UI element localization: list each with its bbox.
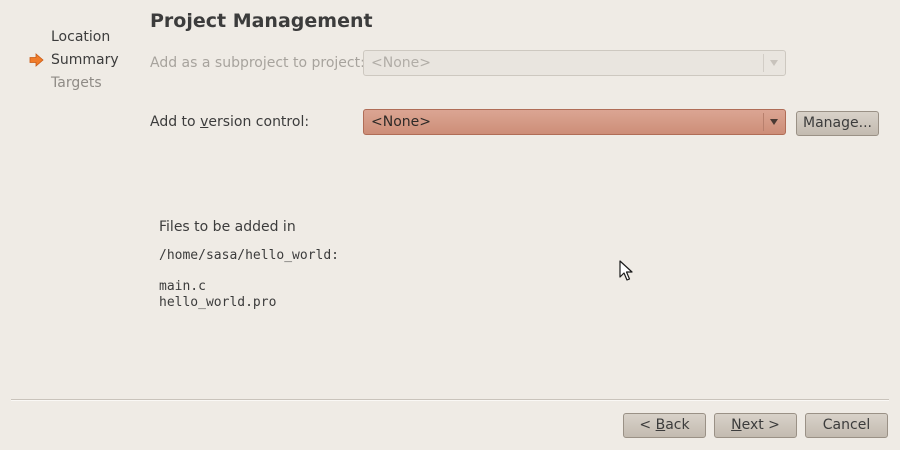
version-control-combo[interactable]: <None> bbox=[363, 109, 786, 135]
subproject-value: <None> bbox=[371, 55, 431, 71]
back-button[interactable]: < Back bbox=[623, 413, 706, 438]
label-text: ersion control: bbox=[208, 114, 310, 130]
version-control-label: Add to version control: bbox=[150, 114, 309, 130]
file-item: main.c bbox=[159, 279, 206, 294]
step-targets: Targets bbox=[0, 74, 130, 97]
files-summary: Files to be added in /home/sasa/hello_wo… bbox=[159, 219, 339, 311]
button-text: ext > bbox=[741, 417, 780, 433]
button-mnemonic: N bbox=[731, 417, 742, 433]
label-text: Add to bbox=[150, 114, 201, 130]
button-mnemonic: B bbox=[655, 417, 666, 433]
manage-button[interactable]: Manage... bbox=[796, 111, 879, 136]
step-label: Targets bbox=[51, 75, 102, 91]
step-location: Location bbox=[0, 28, 130, 51]
page-title: Project Management bbox=[150, 10, 373, 32]
wizard-steps: Location Summary Targets bbox=[0, 28, 130, 97]
cancel-button[interactable]: Cancel bbox=[805, 413, 888, 438]
subproject-label: Add as a subproject to project: bbox=[150, 55, 365, 71]
button-text: < bbox=[639, 417, 656, 433]
arrow-right-icon bbox=[29, 53, 44, 67]
next-button[interactable]: Next > bbox=[714, 413, 797, 438]
chevron-down-icon bbox=[770, 60, 778, 66]
files-directory: /home/sasa/hello_world: bbox=[159, 248, 340, 263]
subproject-combo: <None> bbox=[363, 50, 786, 76]
mouse-cursor-icon bbox=[619, 260, 633, 281]
combo-separator bbox=[763, 113, 764, 131]
combo-separator bbox=[763, 54, 764, 72]
files-heading: Files to be added in bbox=[159, 219, 296, 235]
footer-divider bbox=[11, 399, 889, 401]
step-summary: Summary bbox=[0, 51, 130, 74]
button-text: ack bbox=[665, 417, 690, 433]
chevron-down-icon bbox=[770, 119, 778, 125]
step-label: Summary bbox=[51, 52, 119, 68]
file-item: hello_world.pro bbox=[159, 295, 277, 310]
step-label: Location bbox=[51, 29, 111, 45]
version-control-value: <None> bbox=[371, 114, 431, 130]
